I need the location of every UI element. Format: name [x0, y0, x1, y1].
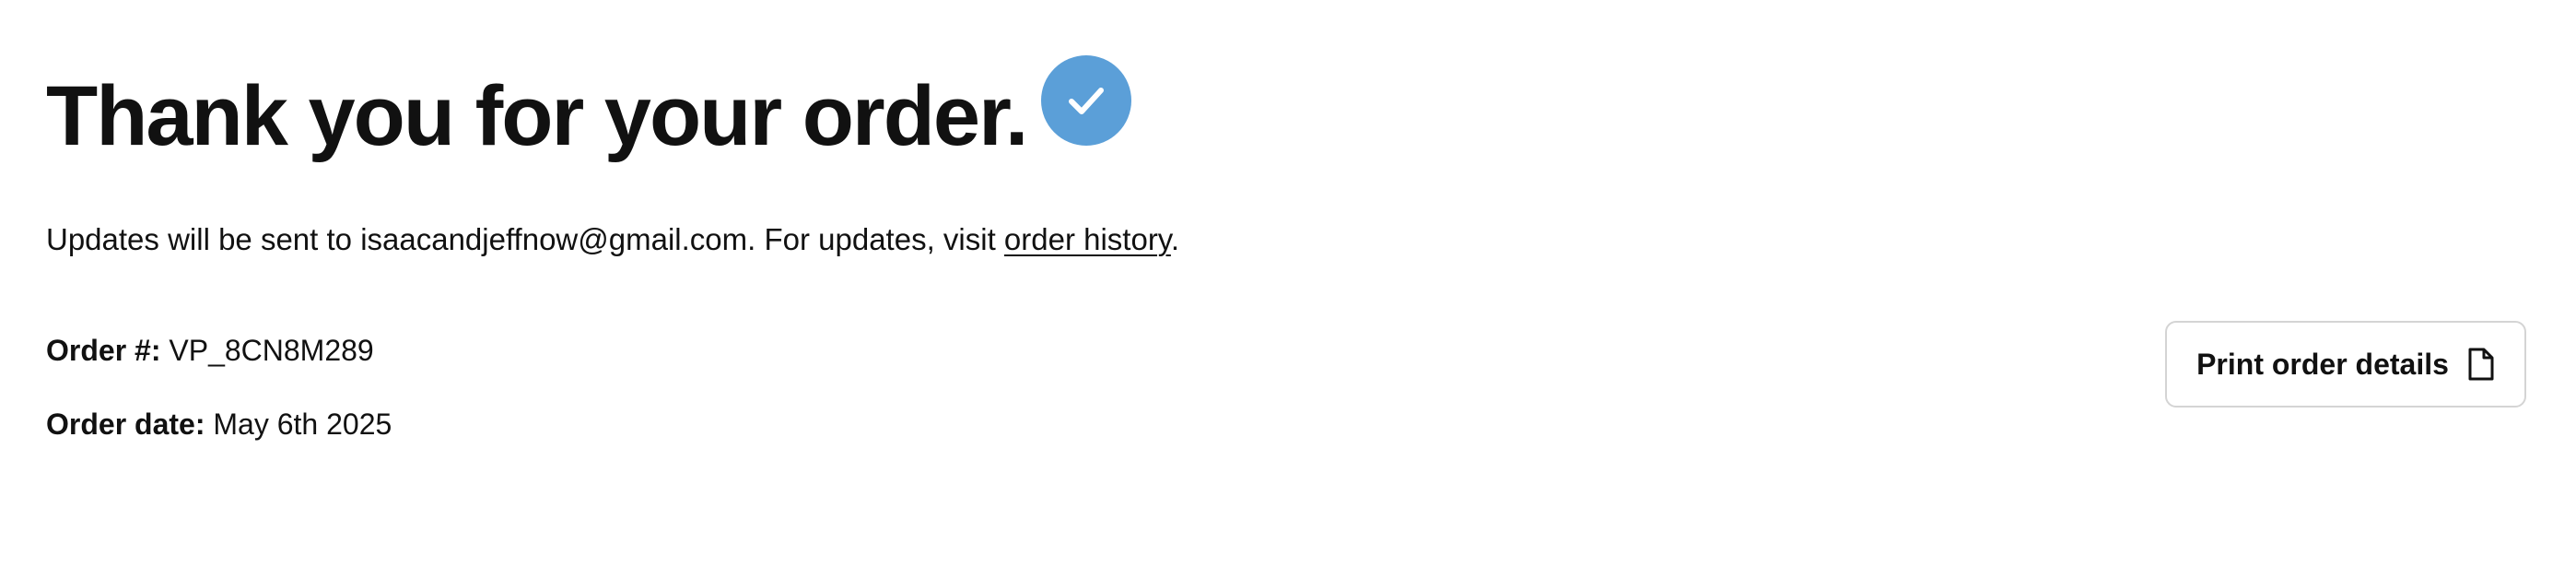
page-title: Thank you for your order.	[46, 69, 1028, 163]
check-circle-icon	[1041, 55, 1132, 146]
updates-suffix: .	[1170, 222, 1180, 256]
order-date: Order date: May 6th 2025	[46, 404, 392, 444]
print-order-details-button[interactable]: Print order details	[2165, 321, 2526, 408]
order-number-label: Order #:	[46, 334, 161, 367]
order-history-link[interactable]: order history	[1004, 222, 1171, 256]
updates-email: isaacandjeffnow@gmail.com	[360, 222, 748, 256]
updates-prefix: Updates will be sent to	[46, 222, 361, 256]
order-date-label: Order date:	[46, 408, 205, 441]
checkmark-icon	[1069, 88, 1105, 114]
print-button-label: Print order details	[2196, 347, 2449, 381]
updates-middle: . For updates, visit	[747, 222, 1004, 256]
order-date-value: May 6th 2025	[213, 408, 392, 441]
updates-message: Updates will be sent to isaacandjeffnow@…	[46, 219, 1179, 260]
order-confirmation-page: Thank you for your order. Updates will b…	[0, 0, 2576, 579]
title-row: Thank you for your order.	[46, 55, 1132, 163]
order-number-value: VP_8CN8M289	[169, 334, 374, 367]
document-icon	[2467, 347, 2495, 382]
order-number: Order #: VP_8CN8M289	[46, 330, 374, 371]
